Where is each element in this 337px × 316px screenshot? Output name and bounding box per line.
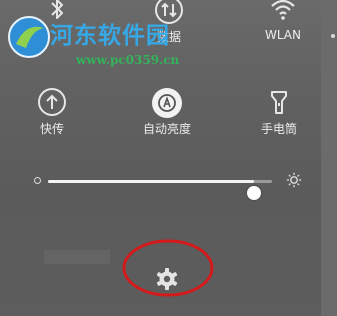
brightness-fill — [48, 180, 255, 183]
brightness-slider-row — [28, 168, 310, 200]
tile-label: 手电筒 — [260, 122, 297, 136]
watermark-title: 河东软件园 — [50, 22, 170, 49]
tile-auto-brightness[interactable]: 自动亮度 — [122, 86, 212, 142]
notification-placeholder — [44, 250, 110, 264]
wifi-icon — [238, 0, 328, 26]
tile-label: WLAN — [264, 28, 301, 42]
tile-flashlight[interactable]: 手电筒 — [234, 86, 324, 142]
brightness-low-icon — [34, 177, 41, 184]
highlight-annotation — [122, 239, 214, 297]
quick-settings-panel: 数据 WLAN 快传 自动亮度 手电筒 河东软件园 www.pc0359.cn — [0, 0, 337, 316]
brightness-thumb[interactable] — [247, 186, 262, 200]
tile-quick-transfer[interactable]: 快传 — [7, 86, 97, 142]
tile-wlan[interactable]: WLAN — [238, 0, 328, 50]
watermark-logo — [8, 16, 50, 58]
watermark: 河东软件园 www.pc0359.cn — [6, 10, 216, 70]
flashlight-icon — [234, 86, 324, 118]
quick-transfer-icon — [7, 86, 97, 118]
tile-label: 快传 — [39, 122, 64, 136]
watermark-url: www.pc0359.cn — [76, 53, 180, 67]
tile-label: 自动亮度 — [142, 122, 191, 136]
edge-indicator — [331, 34, 335, 38]
auto-brightness-icon — [122, 86, 212, 118]
brightness-high-icon — [286, 172, 302, 188]
brightness-slider[interactable] — [48, 180, 272, 200]
